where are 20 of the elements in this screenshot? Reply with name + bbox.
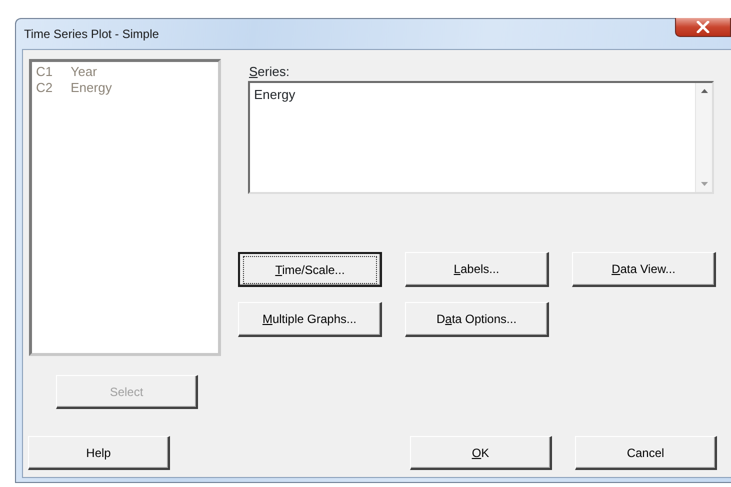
column-name: Energy <box>70 80 112 96</box>
column-list[interactable]: C1 Year C2 Energy <box>29 59 221 356</box>
column-number: C2 <box>36 80 53 96</box>
cancel-button[interactable]: Cancel <box>575 436 717 470</box>
series-label: Series: <box>249 63 290 81</box>
close-button[interactable] <box>675 18 731 37</box>
option-button[interactable]: Data Options... <box>405 302 549 337</box>
scrollbar[interactable] <box>695 83 712 192</box>
option-button[interactable]: Labels... <box>405 252 549 287</box>
help-button[interactable]: Help <box>28 436 170 470</box>
option-button[interactable]: Multiple Graphs... <box>238 302 382 337</box>
column-number: C1 <box>36 64 53 80</box>
window-title: Time Series Plot - Simple <box>24 26 159 43</box>
scroll-up-icon[interactable] <box>700 89 708 93</box>
close-icon <box>696 21 710 33</box>
column-name: Year <box>70 64 97 80</box>
option-button[interactable]: Time/Scale... <box>238 252 382 287</box>
series-field[interactable]: Energy <box>248 81 714 194</box>
option-button[interactable]: Data View... <box>572 252 716 287</box>
ok-button[interactable]: OK <box>410 436 552 470</box>
